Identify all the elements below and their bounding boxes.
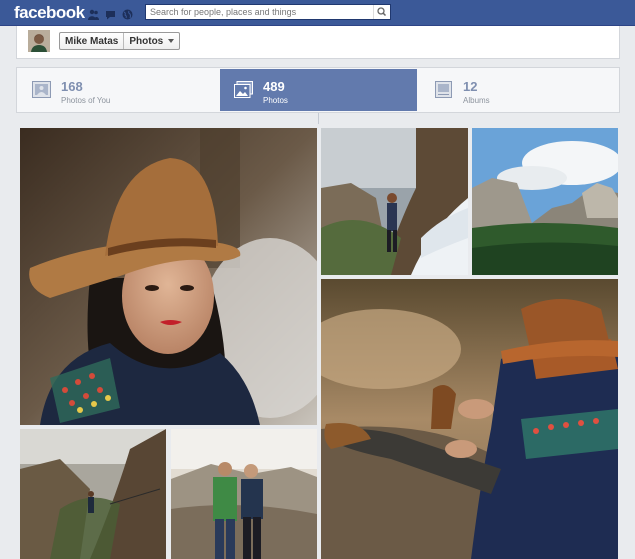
albums-label: Albums bbox=[463, 96, 490, 105]
search-placeholder: Search for people, places and things bbox=[150, 7, 297, 17]
albums-icon bbox=[434, 81, 453, 98]
photos-label: Photos bbox=[263, 96, 288, 105]
photos-icon bbox=[234, 81, 253, 98]
breadcrumb: Mike Matas Photos bbox=[16, 26, 620, 59]
tab-photos[interactable]: 489 Photos bbox=[220, 69, 417, 111]
search-button[interactable] bbox=[373, 5, 390, 19]
notifications-globe-icon[interactable] bbox=[122, 7, 133, 20]
photos-dropdown[interactable]: Photos bbox=[123, 33, 179, 49]
search-input[interactable]: Search for people, places and things bbox=[145, 4, 391, 20]
photos-of-you-icon bbox=[32, 81, 51, 98]
photos-dropdown-label: Photos bbox=[129, 35, 164, 47]
photo-cliff-trail-hiker[interactable] bbox=[20, 429, 166, 559]
tab-divider bbox=[318, 113, 319, 124]
profile-name-link[interactable]: Mike Matas bbox=[60, 33, 123, 49]
top-bar: facebook Search for people, places and t… bbox=[0, 0, 635, 26]
albums-count: 12 bbox=[463, 79, 478, 94]
search-icon bbox=[377, 7, 387, 17]
friend-requests-icon[interactable] bbox=[88, 7, 99, 20]
avatar[interactable] bbox=[28, 30, 50, 52]
photos-count: 489 bbox=[263, 79, 285, 94]
photos-of-you-count: 168 bbox=[61, 79, 83, 94]
photos-of-you-label: Photos of You bbox=[61, 96, 111, 105]
facebook-logo[interactable]: facebook bbox=[14, 3, 85, 23]
photo-tabs: 168 Photos of You 489 Photos 12 Albums bbox=[16, 67, 620, 113]
messages-icon[interactable] bbox=[105, 7, 116, 20]
photo-couple-mountain[interactable] bbox=[171, 429, 317, 559]
photo-hiker-snow-slope[interactable] bbox=[321, 128, 468, 275]
chevron-down-icon bbox=[168, 39, 175, 43]
tab-albums[interactable]: 12 Albums bbox=[420, 69, 619, 111]
photo-woman-hat-portrait[interactable] bbox=[20, 128, 317, 425]
breadcrumb-selector[interactable]: Mike Matas Photos bbox=[59, 32, 181, 50]
photo-seated-hiker-closeup[interactable] bbox=[321, 279, 618, 559]
photo-valley-landscape[interactable] bbox=[472, 128, 618, 275]
tab-photos-of-you[interactable]: 168 Photos of You bbox=[18, 69, 218, 111]
